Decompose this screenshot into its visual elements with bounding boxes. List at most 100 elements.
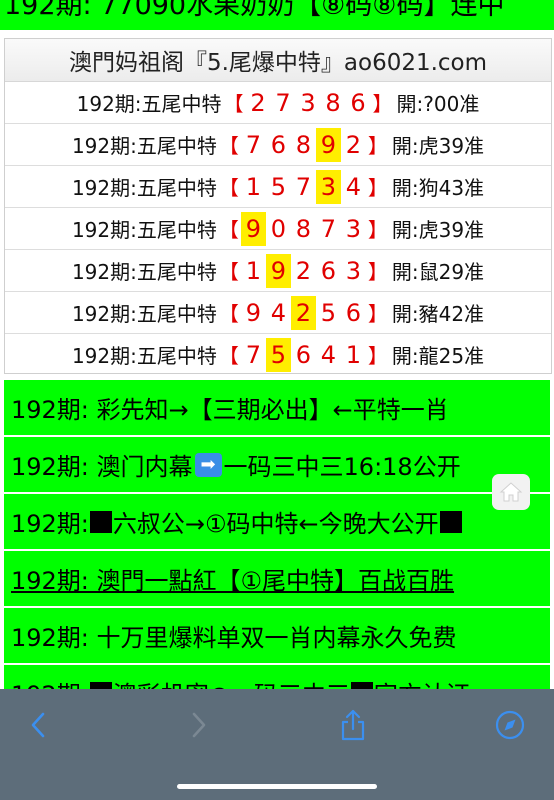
back-button[interactable] [17,703,61,747]
bracket-open: 【 [218,134,239,158]
digit: 6 [295,340,311,369]
highlighted-digit: 9 [240,211,266,246]
bracket-close: 】 [367,344,388,368]
digit: 7 [295,172,311,201]
row-result: 開:鼠29准 [391,260,485,284]
highlighted-digit: 9 [315,127,341,162]
row-prefix: 192期:五尾中特 [71,260,217,284]
bracket-close: 】 [367,218,388,242]
digit: 6 [270,130,286,159]
bracket-close: 】 [367,302,388,326]
highlighted-digit: 9 [265,253,291,288]
row-prefix: 192期:五尾中特 [71,302,217,326]
digit: 6 [350,88,366,117]
digit: 2 [295,256,311,285]
table-row: 192期:五尾中特【1 9 2 6 3】開:鼠29准 [5,250,551,292]
row-prefix: 192期:五尾中特 [71,134,217,158]
top-banner-text: 192期: 77090水果奶奶【⑧码⑧码】连中 [4,0,505,21]
row-prefix: 192期:五尾中特 [71,218,217,242]
digit: 8 [295,214,311,243]
digit: 7 [275,88,291,117]
digit: 0 [270,214,286,243]
digit: 9 [245,298,261,327]
compass-icon [495,710,525,740]
forward-button[interactable] [176,703,220,747]
home-indicator[interactable] [177,784,377,789]
digit: 3 [345,256,361,285]
digit: 7 [320,214,336,243]
table-row: 192期:五尾中特【9 4 2 5 6】開:豬42准 [5,292,551,334]
bracket-open: 【 [223,92,244,116]
digit: 7 [245,340,261,369]
row-result: 開:豬42准 [391,302,485,326]
list-item-text: 一码三中三16:18公开 [223,453,461,481]
digit: 1 [245,256,261,285]
list-item[interactable]: 192期: 十万里爆料单双一肖内幕永久免费 [4,608,550,665]
black-square-icon [89,510,112,533]
digit: 5 [270,172,286,201]
list-item-text: 192期: 澳門一點紅【①尾中特】百战百胜 [11,567,455,595]
black-square-icon [439,510,462,533]
table-row: 192期:五尾中特【7 6 8 9 2】開:虎39准 [5,124,551,166]
digit: 1 [245,172,261,201]
digit: 3 [300,88,316,117]
bracket-close: 】 [367,134,388,158]
list-item[interactable]: 192期: 澳門一點紅【①尾中特】百战百胜 [4,551,550,608]
home-icon [499,482,523,502]
table-row: 192期:五尾中特【7 5 6 4 1】開:龍25准 [5,334,551,375]
list-item-text: 六叔公→①码中特←今晚大公开 [112,510,439,538]
link-list: 192期: 彩先知→【三期必出】←平特一肖 192期: 澳门内幕 ➡ 一码三中三16… [4,380,550,722]
row-result: 開:?00准 [396,92,480,116]
row-prefix: 192期:五尾中特 [71,344,217,368]
list-item-text: 192期: 澳门内幕 [11,453,193,481]
row-result: 開:虎39准 [391,134,485,158]
home-button[interactable] [492,474,530,510]
table-row: 192期:五尾中特【9 0 8 7 3】開:虎39准 [5,208,551,250]
compass-button[interactable] [488,703,532,747]
bracket-close: 】 [372,92,393,116]
list-item-text: 192期: 彩先知→【三期必出】←平特一肖 [11,396,449,424]
chevron-right-icon [192,712,206,738]
highlighted-digit: 5 [265,337,291,372]
digit: 7 [245,130,261,159]
top-banner[interactable]: 192期: 77090水果奶奶【⑧码⑧码】连中 [0,0,554,30]
digit: 5 [320,298,336,327]
highlighted-digit: 2 [290,295,316,330]
digit: 8 [325,88,341,117]
row-result: 開:龍25准 [391,344,485,368]
digit: 4 [345,172,361,201]
digit: 6 [345,298,361,327]
bracket-open: 【 [218,218,239,242]
list-item[interactable]: 192期: 六叔公→①码中特←今晚大公开 [4,494,550,551]
share-button[interactable] [331,703,375,747]
row-result: 開:虎39准 [391,218,485,242]
bracket-open: 【 [218,302,239,326]
bracket-close: 】 [367,176,388,200]
prediction-table: 澳門妈祖阁『5.尾爆中特』ao6021.com 192期:五尾中特【2 7 3 8 6】… [4,38,552,374]
row-prefix: 192期:五尾中特 [71,176,217,200]
digit: 4 [270,298,286,327]
digit: 6 [320,256,336,285]
digit: 3 [345,214,361,243]
digit: 1 [345,340,361,369]
digit: 2 [250,88,266,117]
right-arrow-icon: ➡ [194,452,222,477]
row-prefix: 192期:五尾中特 [76,92,222,116]
list-item-text: 192期: [11,510,89,538]
bracket-open: 【 [218,260,239,284]
digit: 8 [295,130,311,159]
share-icon [341,709,365,741]
digit: 4 [320,340,336,369]
list-item-text: 192期: 十万里爆料单双一肖内幕永久免费 [11,624,457,652]
bracket-open: 【 [218,344,239,368]
digit: 2 [345,130,361,159]
table-row: 192期:五尾中特【1 5 7 3 4】開:狗43准 [5,166,551,208]
highlighted-digit: 3 [315,169,341,204]
table-header: 澳門妈祖阁『5.尾爆中特』ao6021.com [5,39,551,82]
table-row: 192期:五尾中特【2 7 3 8 6】開:?00准 [5,82,551,124]
list-item[interactable]: 192期: 彩先知→【三期必出】←平特一肖 [4,380,550,437]
chevron-left-icon [31,712,45,738]
list-item[interactable]: 192期: 澳门内幕 ➡ 一码三中三16:18公开 [4,437,550,494]
row-result: 開:狗43准 [391,176,485,200]
bracket-close: 】 [367,260,388,284]
